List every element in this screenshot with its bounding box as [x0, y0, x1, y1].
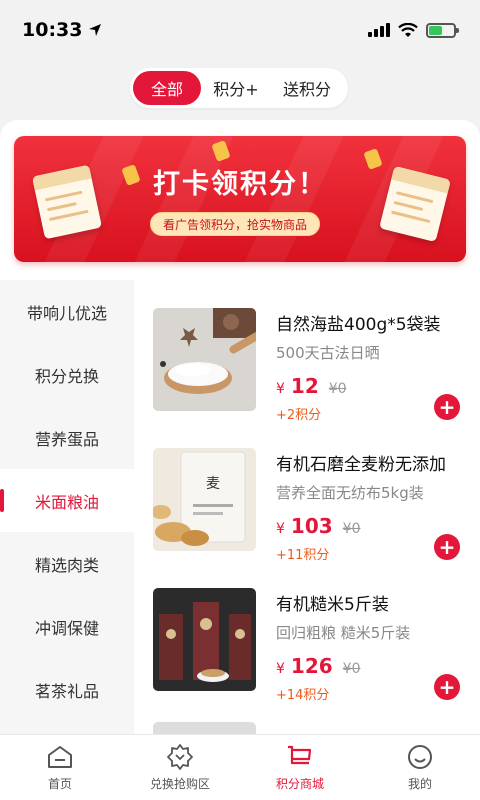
product-name: 有机石磨全麦粉无添加	[276, 455, 446, 475]
category-sidebar: 带响儿优选 积分兑换 营养蛋品 米面粮油 精选肉类 冲调保健 茗茶礼品	[0, 280, 134, 734]
price-amount: 103	[290, 514, 333, 538]
category-item[interactable]: 茗茶礼品	[0, 658, 134, 721]
category-item[interactable]: 精选肉类	[0, 532, 134, 595]
price-original: ¥0	[328, 381, 347, 397]
banner-subtitle: 看广告领积分，抢实物商品	[150, 212, 320, 236]
category-item[interactable]: 积分兑换	[0, 343, 134, 406]
status-bar: 10:33	[0, 0, 480, 60]
nav-label: 我的	[407, 777, 432, 791]
next-product-peek	[153, 722, 256, 734]
add-to-cart-button[interactable]: +	[434, 674, 460, 700]
svg-text:麦: 麦	[206, 476, 220, 492]
nav-points-mall[interactable]: 积分商城	[240, 735, 360, 800]
price-original: ¥0	[342, 521, 361, 537]
price-currency: ¥	[276, 521, 285, 537]
product-name: 自然海盐400g*5袋装	[276, 315, 441, 335]
price-currency: ¥	[276, 661, 285, 677]
plus-icon: +	[438, 535, 456, 559]
product-card[interactable]: 有机糙米5斤装 回归粗粮 糙米5斤装 ¥126 ¥0 +14积分 +	[134, 560, 480, 703]
product-image-brown-rice[interactable]	[153, 588, 256, 691]
product-subtitle: 营养全面无纺布5kg装	[276, 484, 424, 502]
category-item-active[interactable]: 米面粮油	[0, 469, 134, 532]
content-sheet: 打卡领积分！ 看广告领积分，抢实物商品 带响儿优选 积分兑换 营养蛋品 米面粮油…	[0, 120, 480, 734]
plus-icon: +	[438, 395, 456, 419]
nav-label: 首页	[47, 777, 72, 791]
banner-title: 打卡领积分！	[153, 169, 327, 200]
smile-icon	[408, 745, 432, 769]
add-to-cart-button[interactable]: +	[434, 534, 460, 560]
status-icons	[368, 22, 459, 38]
plus-icon: +	[438, 675, 456, 699]
filter-segmented-control: 全部 积分+ 送积分	[130, 68, 348, 108]
product-card[interactable]: 自然海盐400g*5袋装 500天古法日晒 ¥12 ¥0 +2积分 +	[134, 280, 480, 423]
product-points: +14积分	[276, 688, 330, 703]
nav-exchange[interactable]: 兑换抢购区	[120, 735, 240, 800]
product-price: ¥103 ¥0	[276, 514, 361, 538]
category-item[interactable]: 冲调保健	[0, 595, 134, 658]
checkin-banner[interactable]: 打卡领积分！ 看广告领积分，抢实物商品	[14, 136, 466, 262]
product-name: 有机糙米5斤装	[276, 595, 389, 615]
cart-icon	[288, 745, 312, 765]
price-amount: 126	[290, 654, 333, 678]
badge-icon	[167, 744, 193, 770]
location-arrow-icon	[89, 24, 102, 36]
price-amount: 12	[290, 374, 319, 398]
price-original: ¥0	[342, 661, 361, 677]
wifi-icon	[398, 22, 418, 37]
product-price: ¥12 ¥0	[276, 374, 347, 398]
add-to-cart-button[interactable]: +	[434, 394, 460, 420]
tab-points-plus[interactable]: 积分+	[201, 71, 271, 105]
product-image-sea-salt[interactable]	[153, 308, 256, 411]
price-currency: ¥	[276, 381, 285, 397]
tab-give-points[interactable]: 送积分	[271, 71, 343, 105]
status-time: 10:33	[22, 19, 83, 41]
tab-all[interactable]: 全部	[133, 71, 201, 105]
nav-profile[interactable]: 我的	[360, 735, 480, 800]
status-time-group: 10:33	[22, 19, 102, 41]
bottom-nav: 首页 兑换抢购区 积分商城 我的	[0, 734, 480, 800]
cellular-signal-icon	[368, 23, 390, 37]
product-subtitle: 500天古法日晒	[276, 344, 380, 362]
category-item[interactable]: 营养蛋品	[0, 406, 134, 469]
product-list: 自然海盐400g*5袋装 500天古法日晒 ¥12 ¥0 +2积分 + 麦 有机…	[134, 280, 480, 734]
nav-home[interactable]: 首页	[0, 735, 120, 800]
product-price: ¥126 ¥0	[276, 654, 361, 678]
nav-label: 积分商城	[275, 777, 324, 791]
nav-label: 兑换抢购区	[149, 777, 210, 791]
product-subtitle: 回归粗粮 糙米5斤装	[276, 624, 411, 642]
product-card[interactable]: 麦 有机石磨全麦粉无添加 营养全面无纺布5kg装 ¥103 ¥0 +11积分 +	[134, 420, 480, 563]
home-icon	[48, 746, 72, 768]
product-image-flour[interactable]: 麦	[153, 448, 256, 551]
battery-icon	[426, 22, 459, 38]
category-item[interactable]: 带响儿优选	[0, 280, 134, 343]
